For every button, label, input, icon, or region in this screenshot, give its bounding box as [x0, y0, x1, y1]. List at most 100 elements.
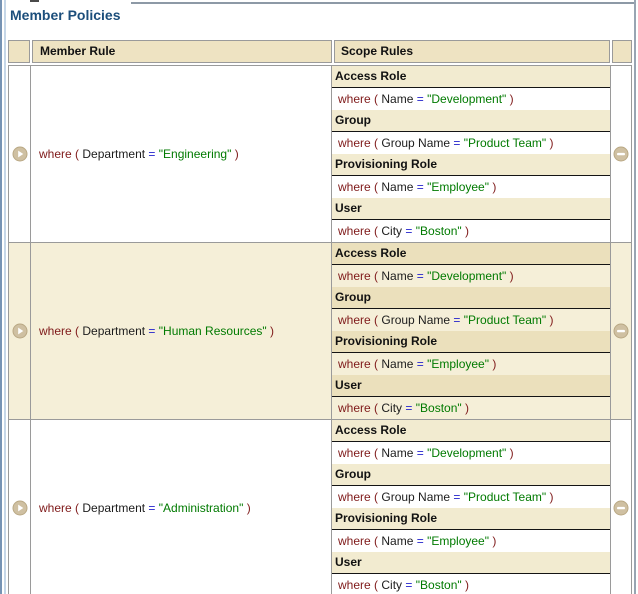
expand-arrow-icon[interactable]: [12, 323, 28, 339]
equals-operator: =: [417, 534, 424, 548]
field-value: "Product Team": [464, 490, 546, 504]
field-name: Name: [381, 534, 413, 548]
equals-operator: =: [417, 180, 424, 194]
where-keyword: where: [338, 357, 371, 371]
frame-top-divider: [131, 2, 634, 4]
close-paren: ): [492, 180, 496, 194]
equals-operator: =: [405, 578, 412, 592]
equals-operator: =: [417, 446, 424, 460]
where-keyword: where: [338, 313, 371, 327]
member-rule-cell: where ( Department = "Engineering" ): [31, 66, 332, 242]
close-paren: ): [465, 578, 469, 592]
scope-where-clause: where ( Group Name = "Product Team" ): [332, 132, 610, 154]
field-value: "Employee": [427, 534, 489, 548]
scope-category-header: Provisioning Role: [332, 154, 610, 176]
scope-where-clause: where ( Name = "Employee" ): [332, 530, 610, 552]
policy-row: where ( Department = "Human Resources" )…: [9, 242, 631, 419]
open-paren: (: [75, 324, 79, 338]
open-paren: (: [374, 313, 378, 327]
where-keyword: where: [338, 136, 371, 150]
scope-where-clause: where ( Name = "Employee" ): [332, 353, 610, 375]
scope-where-clause: where ( Name = "Development" ): [332, 88, 610, 110]
remove-minus-icon[interactable]: [613, 500, 629, 516]
scope-category-header: Access Role: [332, 66, 610, 88]
remove-cell: [611, 243, 631, 419]
equals-operator: =: [405, 224, 412, 238]
open-paren: (: [374, 136, 378, 150]
close-paren: ): [247, 501, 251, 515]
scope-category-header: Group: [332, 287, 610, 309]
field-value: "Boston": [416, 224, 462, 238]
close-paren: ): [510, 92, 514, 106]
scope-category-header: Access Role: [332, 243, 610, 265]
open-paren: (: [374, 401, 378, 415]
policy-row: where ( Department = "Administration" ) …: [9, 419, 631, 594]
field-name: Group Name: [381, 313, 450, 327]
remove-minus-icon[interactable]: [613, 323, 629, 339]
field-name: Name: [381, 446, 413, 460]
close-paren: ): [510, 269, 514, 283]
open-paren: (: [374, 92, 378, 106]
header-cell-scope-rules: Scope Rules: [334, 40, 610, 63]
header-cell-actions: [612, 40, 632, 63]
field-name: Group Name: [381, 136, 450, 150]
field-value: "Product Team": [464, 313, 546, 327]
equals-operator: =: [148, 501, 155, 515]
equals-operator: =: [148, 324, 155, 338]
table-header-row: Member Rule Scope Rules: [8, 40, 632, 63]
close-paren: ): [549, 490, 553, 504]
field-value: "Employee": [427, 180, 489, 194]
member-rule-cell: where ( Department = "Administration" ): [31, 420, 332, 594]
where-keyword: where: [338, 401, 371, 415]
frame-top-notch: [30, 0, 39, 2]
scope-where-clause: where ( Name = "Employee" ): [332, 176, 610, 198]
open-paren: (: [374, 490, 378, 504]
remove-minus-icon[interactable]: [613, 146, 629, 162]
equals-operator: =: [405, 401, 412, 415]
frame-right-border: [634, 0, 636, 594]
frame-left-inner-border: [4, 0, 6, 594]
field-name: Name: [381, 357, 413, 371]
expand-arrow-icon[interactable]: [12, 500, 28, 516]
member-rule-cell: where ( Department = "Human Resources" ): [31, 243, 332, 419]
where-keyword: where: [338, 534, 371, 548]
where-keyword: where: [338, 578, 371, 592]
member-policies-page: Member Policies Member Rule Scope Rules …: [0, 0, 638, 594]
page-title: Member Policies: [10, 7, 121, 23]
scope-category-header: Group: [332, 464, 610, 486]
scope-category-header: Access Role: [332, 420, 610, 442]
scope-where-clause: where ( City = "Boston" ): [332, 220, 610, 242]
field-value: "Administration": [159, 501, 244, 515]
field-value: "Product Team": [464, 136, 546, 150]
expand-cell: [9, 243, 31, 419]
close-paren: ): [465, 224, 469, 238]
open-paren: (: [374, 269, 378, 283]
where-keyword: where: [39, 147, 72, 161]
open-paren: (: [374, 578, 378, 592]
scope-where-clause: where ( Name = "Development" ): [332, 442, 610, 464]
policy-row: where ( Department = "Engineering" ) Acc…: [9, 66, 631, 242]
scope-where-clause: where ( Name = "Development" ): [332, 265, 610, 287]
field-value: "Development": [427, 446, 506, 460]
table-body: where ( Department = "Engineering" ) Acc…: [8, 65, 632, 594]
where-keyword: where: [39, 324, 72, 338]
field-name: City: [381, 224, 402, 238]
close-paren: ): [492, 534, 496, 548]
close-paren: ): [270, 324, 274, 338]
where-keyword: where: [338, 92, 371, 106]
equals-operator: =: [417, 92, 424, 106]
close-paren: ): [549, 313, 553, 327]
open-paren: (: [75, 501, 79, 515]
field-value: "Development": [427, 92, 506, 106]
open-paren: (: [374, 534, 378, 548]
field-value: "Employee": [427, 357, 489, 371]
member-rule-clause: where ( Department = "Administration" ): [39, 501, 251, 515]
expand-arrow-icon[interactable]: [12, 146, 28, 162]
member-policies-table: Member Rule Scope Rules where ( Departme…: [8, 40, 632, 594]
equals-operator: =: [453, 136, 460, 150]
field-value: "Human Resources": [159, 324, 267, 338]
open-paren: (: [374, 224, 378, 238]
scope-rules-cell: Access Role where ( Name = "Development"…: [332, 243, 611, 419]
close-paren: ): [465, 401, 469, 415]
open-paren: (: [374, 357, 378, 371]
